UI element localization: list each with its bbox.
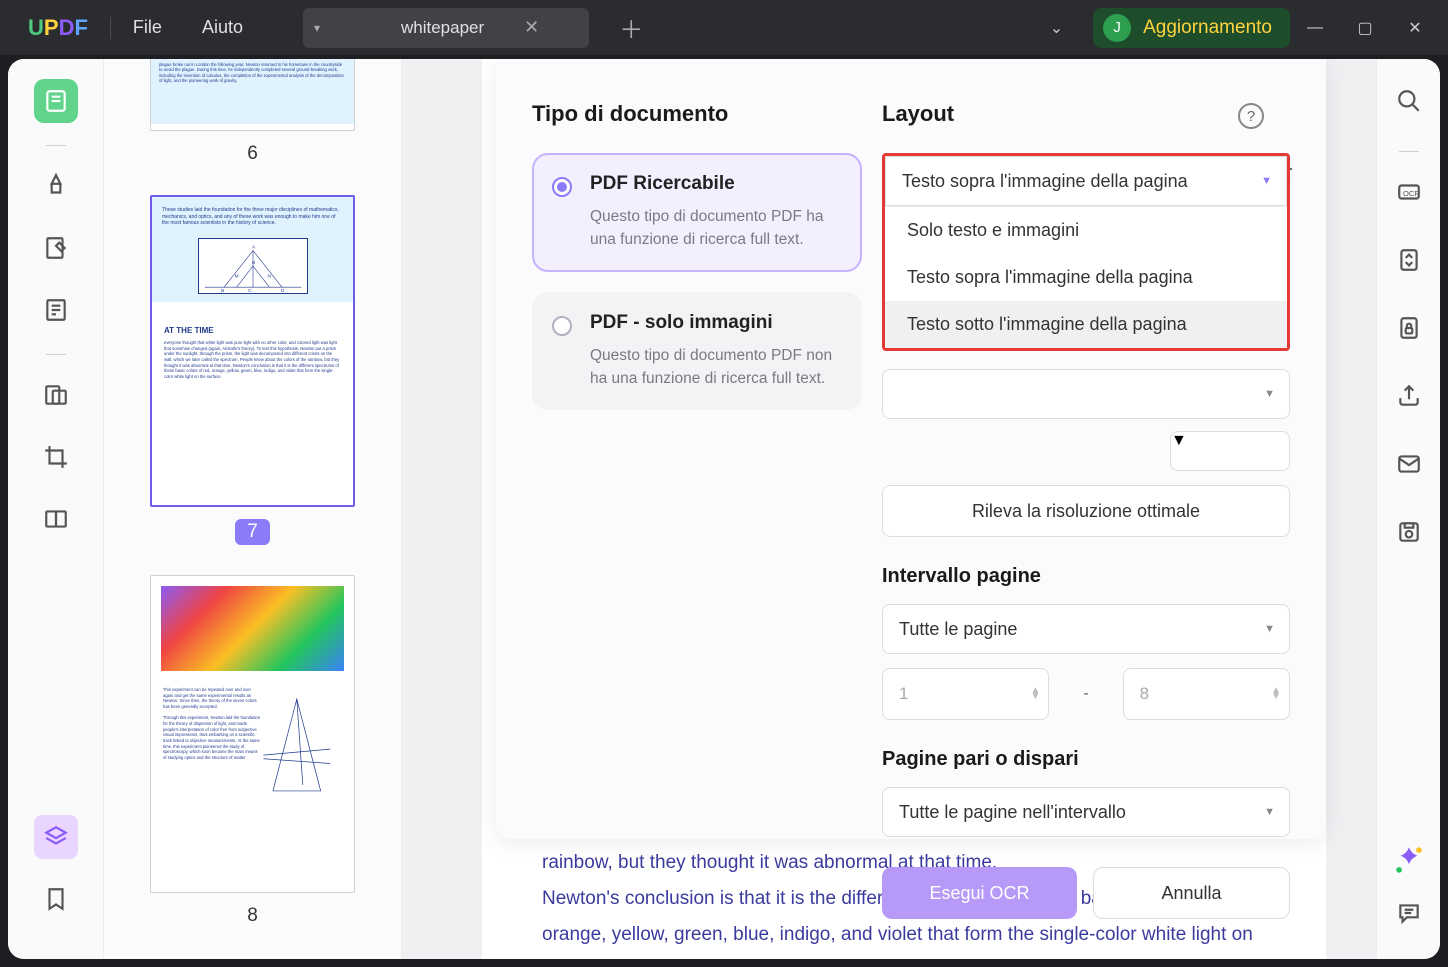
comment-icon[interactable]	[1387, 891, 1431, 935]
odd-even-value: Tutte le pagine nell'intervallo	[899, 802, 1126, 823]
page-range-value: Tutte le pagine	[899, 619, 1017, 640]
window-close-icon[interactable]: ✕	[1390, 18, 1440, 38]
diagram-thumbnail: A B M N B C D	[198, 238, 308, 294]
doctype-desc: Questo tipo di documento PDF ha una funz…	[590, 205, 840, 252]
share-icon[interactable]	[1387, 374, 1431, 418]
ocr-icon[interactable]: OCR	[1387, 170, 1431, 214]
page-range-title: Intervallo pagine	[882, 565, 1290, 588]
email-icon[interactable]	[1387, 442, 1431, 486]
chevron-down-icon: ▼	[1264, 806, 1275, 818]
tab-close-icon[interactable]: ✕	[524, 17, 539, 38]
image-thumbnail	[161, 586, 344, 671]
layout-option-2[interactable]: Testo sopra l'immagine della pagina	[885, 254, 1287, 301]
run-ocr-button[interactable]: Esegui OCR	[882, 867, 1077, 919]
compare-icon[interactable]	[34, 497, 78, 541]
layout-option-1[interactable]: Solo testo e immagini	[885, 207, 1287, 254]
convert-icon[interactable]	[1387, 238, 1431, 282]
range-dash: -	[1083, 685, 1088, 703]
edit-icon[interactable]	[34, 226, 78, 270]
ai-icon[interactable]	[1392, 843, 1426, 877]
dpi-select[interactable]: ▼	[1170, 431, 1290, 471]
workspace: OCR plague broke out in London the follo…	[8, 59, 1440, 959]
right-toolbar: OCR	[1376, 59, 1440, 959]
svg-text:OCR: OCR	[1403, 189, 1420, 198]
layout-value: Testo sopra l'immagine della pagina	[902, 171, 1188, 192]
tab-title: whitepaper	[401, 18, 484, 38]
odd-even-select[interactable]: Tutte le pagine nell'intervallo ▼	[882, 787, 1290, 837]
resolution-select[interactable]: ▼	[882, 369, 1290, 419]
chevron-down-icon: ▼	[1171, 432, 1187, 449]
thumbnail-page-6[interactable]: plague broke out in London the following…	[104, 59, 401, 165]
svg-text:B: B	[221, 288, 224, 293]
help-icon[interactable]: ?	[1238, 103, 1264, 129]
detect-resolution-button[interactable]: Rileva la risoluzione ottimale	[882, 485, 1290, 537]
chevron-down-icon: ▼	[1264, 388, 1275, 400]
tab-dropdown[interactable]: ▾	[303, 8, 331, 48]
reader-mode-icon[interactable]	[34, 79, 78, 123]
window-minimize-icon[interactable]: —	[1290, 19, 1340, 37]
avatar: J	[1103, 14, 1131, 42]
divider	[110, 17, 111, 39]
window-maximize-icon[interactable]: ▢	[1340, 18, 1390, 38]
tab-bar: ▾ whitepaper ✕ ＋	[303, 8, 643, 48]
chevron-down-icon[interactable]: ⌄	[1050, 18, 1063, 38]
pages-icon[interactable]	[34, 288, 78, 332]
highlight-icon[interactable]	[34, 164, 78, 208]
menu-file[interactable]: File	[133, 17, 162, 38]
doctype-image-only[interactable]: PDF - solo immagini Questo tipo di docum…	[532, 292, 862, 411]
form-icon[interactable]	[34, 373, 78, 417]
doctype-label: PDF Ricercabile	[590, 173, 840, 195]
layout-dropdown-menu: Solo testo e immagini Testo sopra l'imma…	[885, 206, 1287, 348]
page-from-input[interactable]: 1 ▲▼	[882, 668, 1049, 720]
svg-text:A: A	[252, 245, 256, 251]
update-badge[interactable]: J Aggiornamento	[1093, 8, 1290, 48]
stepper-icon[interactable]: ▲▼	[1271, 688, 1281, 700]
doctype-title: Tipo di documento	[532, 101, 862, 127]
app-logo: UPDF	[28, 15, 88, 41]
svg-text:C: C	[248, 288, 252, 293]
layout-option-3[interactable]: Testo sotto l'immagine della pagina	[885, 301, 1287, 348]
tab-active[interactable]: whitepaper ✕	[331, 8, 589, 48]
thumbnail-number: 8	[247, 905, 258, 927]
protect-icon[interactable]	[1387, 306, 1431, 350]
svg-text:N: N	[267, 274, 271, 280]
page-to-input[interactable]: 8 ▲▼	[1123, 668, 1290, 720]
tab-add-icon[interactable]: ＋	[619, 10, 643, 45]
layout-title: Layout	[882, 101, 1290, 127]
svg-text:M: M	[234, 274, 238, 280]
left-toolbar	[8, 59, 104, 959]
layers-icon[interactable]	[34, 815, 78, 859]
chevron-down-icon: ▼	[1264, 623, 1275, 635]
chevron-down-icon: ▼	[1261, 175, 1272, 187]
odd-even-title: Pagine pari o dispari	[882, 748, 1290, 771]
document-viewport[interactable]: the wall, which we later called the spec…	[402, 59, 1376, 959]
titlebar: UPDF File Aiuto ▾ whitepaper ✕ ＋ ⌄ J Agg…	[0, 0, 1448, 55]
cancel-button[interactable]: Annulla	[1093, 867, 1290, 919]
update-label: Aggiornamento	[1143, 17, 1272, 39]
stepper-icon[interactable]: ▲▼	[1030, 688, 1040, 700]
svg-text:B: B	[252, 260, 255, 266]
save-icon[interactable]	[1387, 510, 1431, 554]
doctype-label: PDF - solo immagini	[590, 312, 840, 334]
crop-icon[interactable]	[34, 435, 78, 479]
radio-icon[interactable]	[552, 316, 572, 336]
page-range-select[interactable]: Tutte le pagine ▼	[882, 604, 1290, 654]
bookmark-icon[interactable]	[34, 877, 78, 921]
menu-help[interactable]: Aiuto	[202, 17, 243, 38]
layout-select[interactable]: Testo sopra l'immagine della pagina ▼	[885, 156, 1287, 206]
doctype-desc: Questo tipo di documento PDF non ha una …	[590, 344, 840, 391]
thumbnail-number: 6	[247, 143, 258, 165]
svg-text:D: D	[280, 288, 284, 293]
thumbnail-panel[interactable]: plague broke out in London the following…	[104, 59, 402, 959]
doctype-searchable[interactable]: PDF Ricercabile Questo tipo di documento…	[532, 153, 862, 272]
thumbnail-page-7[interactable]: These studies laid the foundation for th…	[104, 195, 401, 545]
search-icon[interactable]	[1387, 79, 1431, 123]
ocr-panel: Tipo di documento PDF Ricercabile Questo…	[496, 59, 1326, 839]
thumbnail-page-8[interactable]: This experiment can be repeated over and…	[104, 575, 401, 927]
thumbnail-number-selected: 7	[235, 519, 270, 545]
radio-checked-icon[interactable]	[552, 177, 572, 197]
layout-dropdown-highlighted: Testo sopra l'immagine della pagina ▼ So…	[882, 153, 1290, 351]
